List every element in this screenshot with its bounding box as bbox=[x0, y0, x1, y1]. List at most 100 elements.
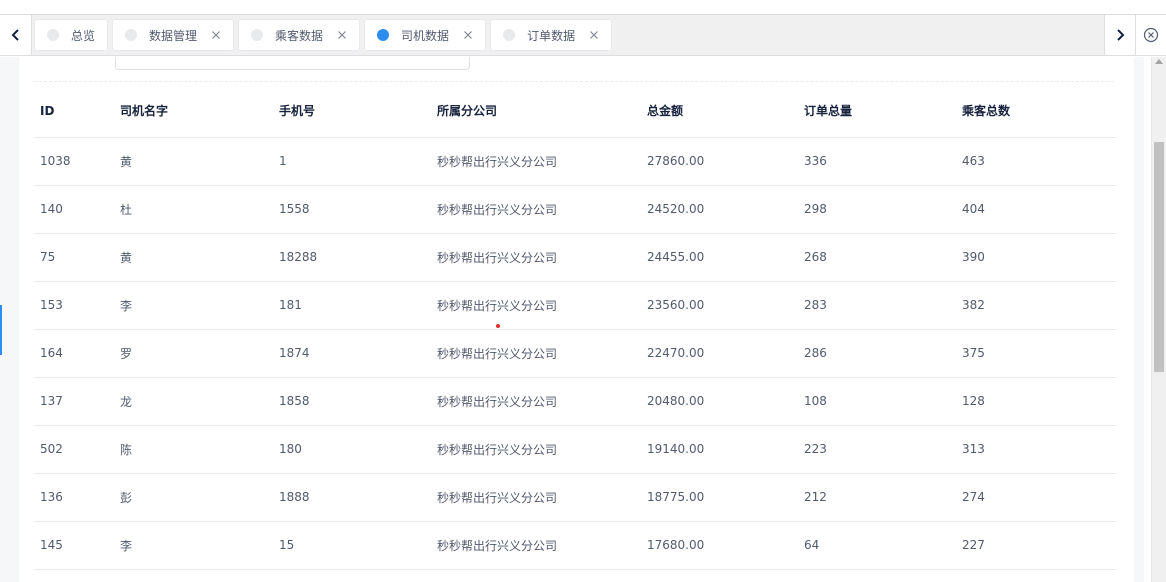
table-row[interactable]: 1038 黄 1 秒秒帮出行兴义分公司 27860.00 336 463 bbox=[34, 137, 1116, 186]
tab-label: 数据管理 bbox=[149, 28, 198, 43]
scroll-tabs-right-button[interactable] bbox=[1104, 15, 1136, 55]
status-dot-icon bbox=[503, 29, 516, 41]
table-cell: 136 bbox=[34, 473, 114, 522]
circle-close-icon bbox=[1143, 27, 1159, 43]
table-cell: 19140.00 bbox=[641, 425, 798, 474]
table-cell: 145 bbox=[34, 521, 114, 570]
divider bbox=[34, 81, 1114, 82]
table-cell: 陈 bbox=[114, 425, 273, 474]
table-cell: 375 bbox=[956, 329, 1116, 378]
column-header[interactable]: 手机号 bbox=[273, 85, 431, 138]
left-gutter bbox=[0, 57, 19, 582]
table-cell: 23560.00 bbox=[641, 281, 798, 330]
table-cell: 秒秒帮出行兴义分公司 bbox=[431, 185, 641, 234]
table-row[interactable]: 164 罗 1874 秒秒帮出行兴义分公司 22470.00 286 375 bbox=[34, 329, 1116, 378]
table-cell: 24520.00 bbox=[641, 185, 798, 234]
tab-passenger-data[interactable]: 乘客数据 bbox=[238, 19, 361, 51]
table-cell: 298 bbox=[798, 185, 956, 234]
vertical-scrollbar[interactable] bbox=[1151, 57, 1166, 582]
status-dot-icon bbox=[377, 29, 390, 41]
table-cell: 1 bbox=[273, 137, 431, 186]
table-cell: 64 bbox=[798, 521, 956, 570]
table-cell: 404 bbox=[956, 185, 1116, 234]
tab-overview[interactable]: 总览 bbox=[34, 19, 109, 51]
table-cell: 153 bbox=[34, 281, 114, 330]
table-cell: 274 bbox=[956, 473, 1116, 522]
table-row[interactable]: 145 李 15 秒秒帮出行兴义分公司 17680.00 64 227 bbox=[34, 521, 1116, 570]
table-row[interactable]: 75 黄 18288 秒秒帮出行兴义分公司 24455.00 268 390 bbox=[34, 233, 1116, 282]
tab-label: 乘客数据 bbox=[275, 28, 324, 43]
table-cell: 390 bbox=[956, 233, 1116, 282]
table-cell: 24455.00 bbox=[641, 233, 798, 282]
table-cell: 223 bbox=[798, 425, 956, 474]
table-cell: 秒秒帮出行兴义分公司 bbox=[431, 233, 641, 282]
table-cell: 1874 bbox=[273, 329, 431, 378]
table-cell: 黄 bbox=[114, 233, 273, 282]
table-cell: 杜 bbox=[114, 185, 273, 234]
column-header[interactable]: 订单总量 bbox=[798, 85, 956, 138]
table-row[interactable]: 140 杜 1558 秒秒帮出行兴义分公司 24520.00 298 404 bbox=[34, 185, 1116, 234]
table-cell: 李 bbox=[114, 521, 273, 570]
scrollbar-thumb[interactable] bbox=[1154, 142, 1164, 372]
driver-data-table: ID 司机名字 手机号 所属分公司 总金额 订单总量 乘客总数 1038 黄 1 秒秒帮出行兴义分… bbox=[34, 85, 1116, 570]
table-cell: 秒秒帮出行兴义分公司 bbox=[431, 329, 641, 378]
close-icon[interactable] bbox=[337, 30, 347, 40]
table-cell: 268 bbox=[798, 233, 956, 282]
column-header[interactable]: ID bbox=[34, 85, 114, 138]
status-dot-icon bbox=[47, 29, 59, 41]
table-cell: 20480.00 bbox=[641, 377, 798, 426]
table-cell: 秒秒帮出行兴义分公司 bbox=[431, 473, 641, 522]
close-icon[interactable] bbox=[211, 30, 221, 40]
table-cell: 黄 bbox=[114, 137, 273, 186]
table-cell: 75 bbox=[34, 233, 114, 282]
tab-label: 总览 bbox=[71, 28, 96, 43]
table-cell: 李 bbox=[114, 281, 273, 330]
tab-label: 订单数据 bbox=[527, 28, 576, 43]
table-cell: 彭 bbox=[114, 473, 273, 522]
tab-driver-data[interactable]: 司机数据 bbox=[364, 19, 487, 51]
main-content: ID 司机名字 手机号 所属分公司 总金额 订单总量 乘客总数 1038 黄 1 秒秒帮出行兴义分… bbox=[0, 57, 1166, 582]
tab-list: 总览 数据管理 乘客数据 司机数据 订单数据 bbox=[34, 19, 616, 51]
table-cell: 382 bbox=[956, 281, 1116, 330]
table-cell: 秒秒帮出行兴义分公司 bbox=[431, 377, 641, 426]
table-cell: 1888 bbox=[273, 473, 431, 522]
table-cell: 286 bbox=[798, 329, 956, 378]
table-cell: 27860.00 bbox=[641, 137, 798, 186]
close-icon[interactable] bbox=[463, 30, 473, 40]
column-header[interactable]: 乘客总数 bbox=[956, 85, 1116, 138]
table-cell: 龙 bbox=[114, 377, 273, 426]
table-cell: 137 bbox=[34, 377, 114, 426]
table-cell: 283 bbox=[798, 281, 956, 330]
table-cell: 秒秒帮出行兴义分公司 bbox=[431, 521, 641, 570]
close-icon[interactable] bbox=[589, 30, 599, 40]
status-dot-icon bbox=[125, 29, 138, 41]
table-row[interactable]: 502 陈 180 秒秒帮出行兴义分公司 19140.00 223 313 bbox=[34, 425, 1116, 474]
scroll-up-arrow-icon[interactable] bbox=[1155, 59, 1163, 64]
table-cell: 108 bbox=[798, 377, 956, 426]
tab-order-data[interactable]: 订单数据 bbox=[490, 19, 613, 51]
table-row[interactable]: 153 李 181 秒秒帮出行兴义分公司 23560.00 283 382 bbox=[34, 281, 1116, 330]
tab-data-management[interactable]: 数据管理 bbox=[112, 19, 235, 51]
table-cell: 1858 bbox=[273, 377, 431, 426]
marker-dot bbox=[496, 324, 500, 328]
table-cell: 313 bbox=[956, 425, 1116, 474]
column-header[interactable]: 司机名字 bbox=[114, 85, 273, 138]
top-strip bbox=[0, 0, 1166, 14]
column-header[interactable]: 所属分公司 bbox=[431, 85, 641, 138]
table-cell: 15 bbox=[273, 521, 431, 570]
search-filter-box[interactable] bbox=[115, 57, 470, 70]
table-cell: 463 bbox=[956, 137, 1116, 186]
sidebar-active-indicator bbox=[0, 305, 2, 355]
table-cell: 164 bbox=[34, 329, 114, 378]
table-cell: 18288 bbox=[273, 233, 431, 282]
close-all-tabs-button[interactable] bbox=[1136, 15, 1166, 55]
right-gutter bbox=[1134, 57, 1144, 582]
scroll-tabs-left-button[interactable] bbox=[0, 15, 32, 55]
table-row[interactable]: 137 龙 1858 秒秒帮出行兴义分公司 20480.00 108 128 bbox=[34, 377, 1116, 426]
table-cell: 1558 bbox=[273, 185, 431, 234]
column-header[interactable]: 总金额 bbox=[641, 85, 798, 138]
table-cell: 22470.00 bbox=[641, 329, 798, 378]
table-cell: 秒秒帮出行兴义分公司 bbox=[431, 281, 641, 330]
table-row[interactable]: 136 彭 1888 秒秒帮出行兴义分公司 18775.00 212 274 bbox=[34, 473, 1116, 522]
tabs-bar: 总览 数据管理 乘客数据 司机数据 订单数据 bbox=[0, 14, 1166, 56]
